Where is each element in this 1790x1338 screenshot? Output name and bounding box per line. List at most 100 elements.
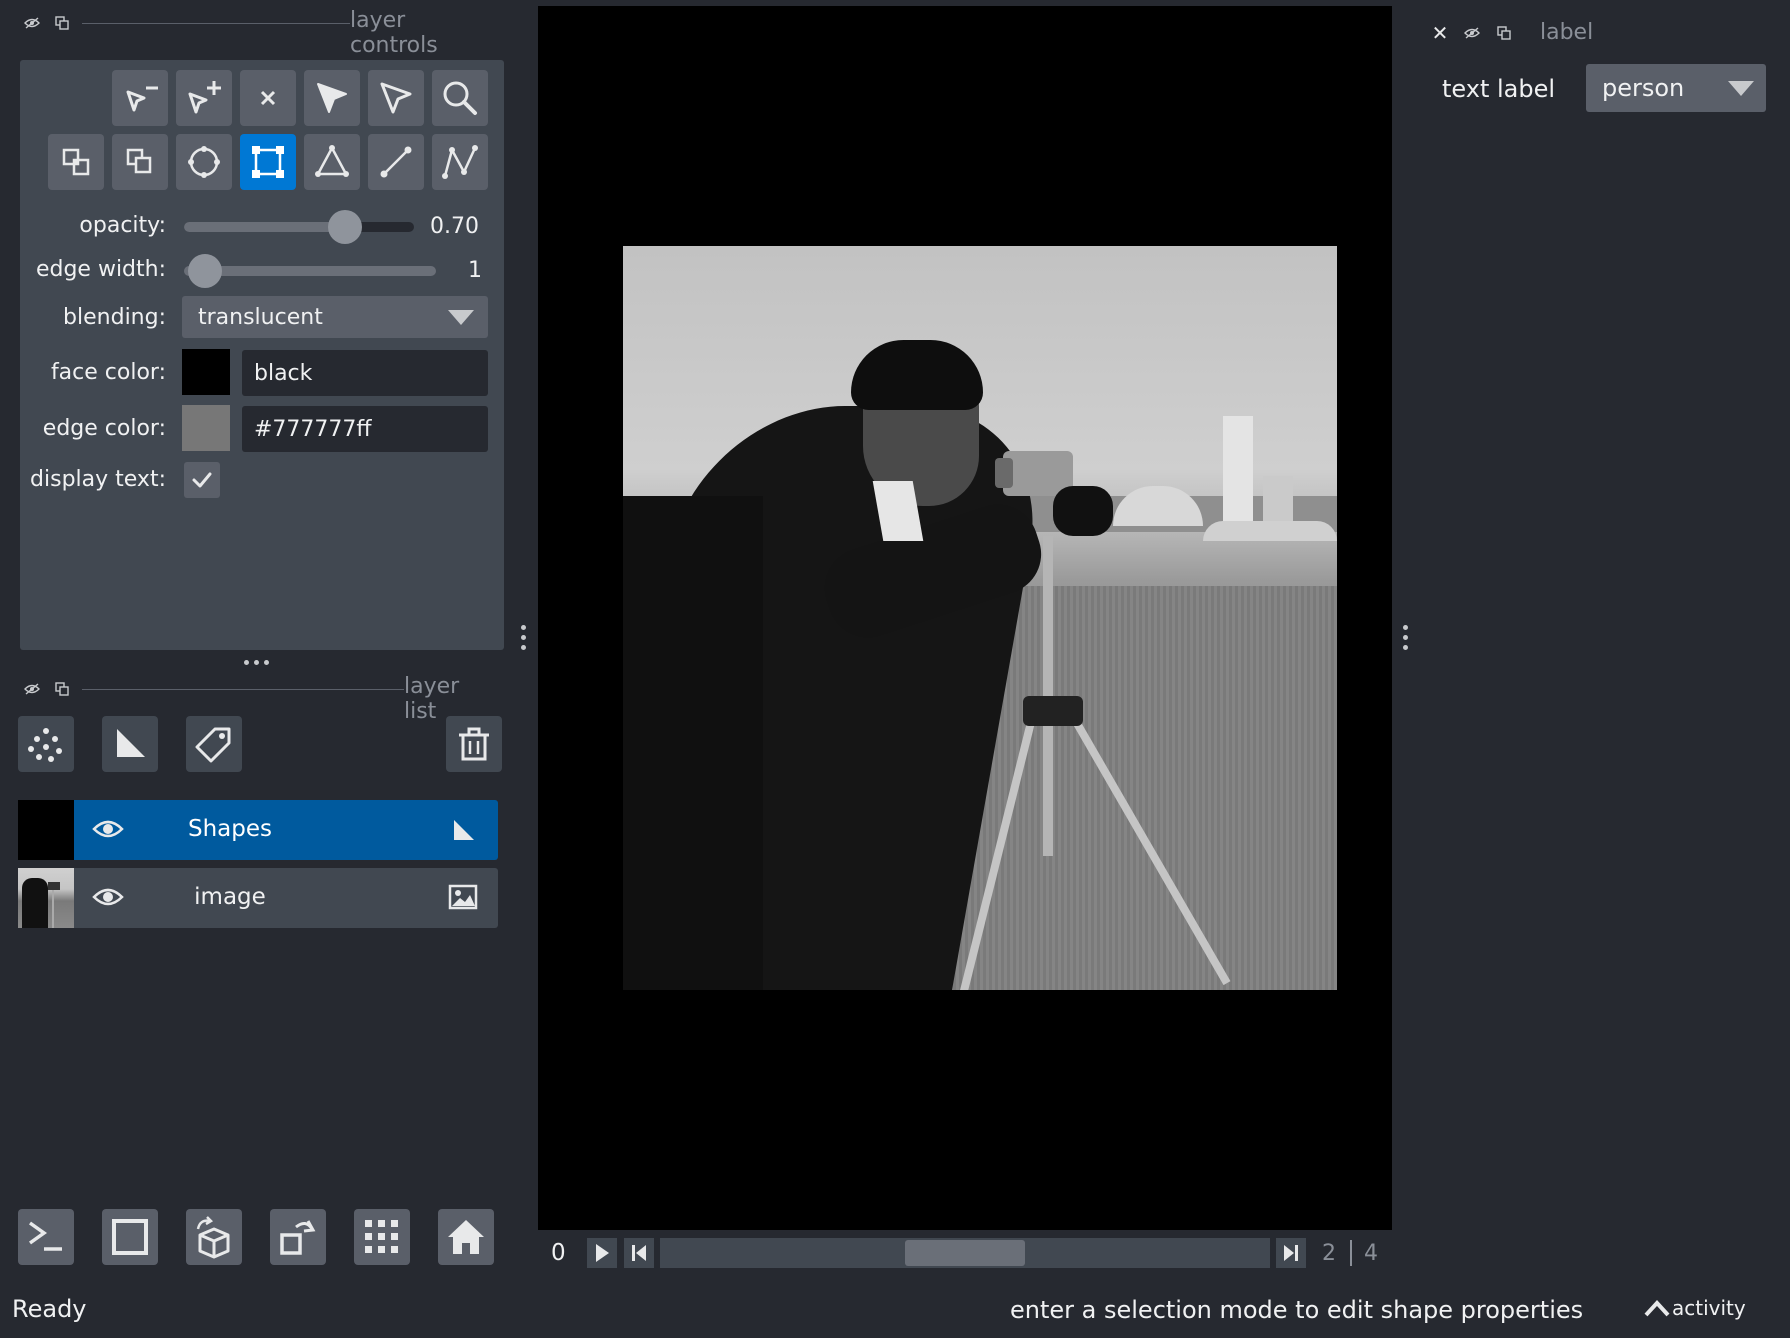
- add-vertex-button[interactable]: [176, 70, 232, 126]
- shapes-type-icon: [450, 818, 476, 846]
- float-panel-icon[interactable]: [52, 679, 72, 699]
- zoom-button[interactable]: [432, 70, 488, 126]
- new-shapes-layer-button[interactable]: [102, 716, 158, 772]
- face-color-value: black: [254, 360, 313, 386]
- line-icon: [380, 146, 412, 178]
- home-icon: [448, 1220, 484, 1254]
- blending-value: translucent: [198, 304, 323, 330]
- move-front-icon: [126, 148, 152, 174]
- direct-select-button[interactable]: [368, 70, 424, 126]
- console-button[interactable]: [18, 1209, 74, 1265]
- float-panel-icon[interactable]: [52, 13, 72, 33]
- select-icon: [317, 83, 347, 113]
- image-type-icon: [448, 884, 478, 914]
- dims-total: 4: [1364, 1241, 1378, 1266]
- layer-name[interactable]: image: [74, 884, 386, 910]
- label-panel-header: ✕ label: [1428, 18, 1778, 48]
- edge-color-input[interactable]: #777777ff: [242, 406, 488, 452]
- visibility-toggle-icon[interactable]: [1462, 23, 1482, 43]
- layer-row-image[interactable]: image: [18, 868, 498, 928]
- panel-splitter-handle[interactable]: [244, 660, 269, 665]
- right-dock-splitter[interactable]: [1403, 625, 1409, 650]
- checkmark-icon: [192, 472, 212, 488]
- step-back-icon: [632, 1245, 646, 1261]
- reset-view-button[interactable]: [438, 1209, 494, 1265]
- dims-slider-thumb[interactable]: [905, 1240, 1025, 1266]
- rectangle-icon: [252, 146, 284, 178]
- roll-dimensions-button[interactable]: [186, 1209, 242, 1265]
- layer-list-header: layer list: [18, 674, 494, 724]
- label-dropdown-value: person: [1602, 74, 1685, 102]
- edge-width-label: edge width:: [35, 257, 166, 282]
- polygon-icon: [315, 145, 349, 177]
- trash-icon: [459, 727, 489, 761]
- shapes-icon: [117, 729, 145, 757]
- display-text-checkbox[interactable]: [184, 462, 220, 498]
- opacity-slider-handle[interactable]: [328, 210, 362, 244]
- edge-color-value: #777777ff: [254, 416, 372, 442]
- remove-vertex-button[interactable]: [112, 70, 168, 126]
- step-forward-icon: [1284, 1245, 1298, 1261]
- add-vertex-icon: [188, 81, 221, 114]
- face-color-input[interactable]: black: [242, 350, 488, 396]
- header-divider: [82, 689, 404, 690]
- dims-position: 2: [1322, 1241, 1336, 1266]
- transpose-button[interactable]: [270, 1209, 326, 1265]
- move-back-icon: [62, 148, 90, 176]
- camera-man-image: [623, 246, 1337, 990]
- status-ready: Ready: [12, 1295, 87, 1323]
- select-shapes-button[interactable]: [304, 70, 360, 126]
- add-rectangle-button[interactable]: [240, 134, 296, 190]
- face-color-swatch[interactable]: [182, 349, 230, 395]
- label-tag-icon: [195, 727, 231, 763]
- layer-controls-title: layer controls: [350, 8, 438, 58]
- add-line-button[interactable]: [368, 134, 424, 190]
- points-icon: [28, 728, 62, 762]
- move-back-button[interactable]: [48, 134, 104, 190]
- cube-rotate-icon: [196, 1216, 230, 1259]
- add-polygon-button[interactable]: [304, 134, 360, 190]
- new-points-layer-button[interactable]: [18, 716, 74, 772]
- blending-dropdown[interactable]: translucent: [182, 296, 488, 338]
- toggle-ndisplay-button[interactable]: [102, 1209, 158, 1265]
- step-back-button[interactable]: [624, 1238, 654, 1268]
- layer-row-shapes[interactable]: Shapes: [18, 800, 498, 860]
- delete-shape-button[interactable]: [240, 70, 296, 126]
- chevron-down-icon: [1728, 81, 1754, 96]
- delete-layer-button[interactable]: [446, 716, 502, 772]
- add-ellipse-button[interactable]: [176, 134, 232, 190]
- close-icon[interactable]: ✕: [1430, 21, 1450, 45]
- visibility-toggle-icon[interactable]: [22, 13, 42, 33]
- edge-width-slider-handle[interactable]: [188, 254, 222, 288]
- layer-thumbnail: [18, 800, 74, 860]
- grid-mode-button[interactable]: [354, 1209, 410, 1265]
- play-button[interactable]: [587, 1238, 617, 1268]
- left-dock-splitter[interactable]: [521, 625, 527, 650]
- edge-color-swatch[interactable]: [182, 405, 230, 451]
- dims-current-step[interactable]: 0: [551, 1240, 566, 1266]
- path-icon: [442, 145, 478, 179]
- layer-name[interactable]: Shapes: [74, 816, 386, 842]
- float-panel-icon[interactable]: [1494, 23, 1514, 43]
- activity-label: activity: [1672, 1296, 1746, 1320]
- direct-select-icon: [380, 82, 412, 114]
- move-front-button[interactable]: [112, 134, 168, 190]
- text-label-caption: text label: [1442, 75, 1556, 103]
- delete-shape-icon: [260, 90, 276, 106]
- new-labels-layer-button[interactable]: [186, 716, 242, 772]
- edge-color-label: edge color:: [42, 416, 166, 441]
- layer-thumbnail: [18, 868, 74, 928]
- activity-button[interactable]: activity: [1644, 1296, 1746, 1320]
- edge-width-value: 1: [468, 258, 482, 283]
- blending-label: blending:: [63, 305, 166, 330]
- step-forward-button[interactable]: [1276, 1238, 1306, 1268]
- status-message: enter a selection mode to edit shape pro…: [1010, 1296, 1584, 1324]
- add-path-button[interactable]: [432, 134, 488, 190]
- layer-controls-header: layer controls: [18, 8, 494, 58]
- label-dropdown[interactable]: person: [1586, 64, 1766, 112]
- header-divider: [82, 23, 350, 24]
- play-icon: [595, 1244, 609, 1262]
- visibility-toggle-icon[interactable]: [22, 679, 42, 699]
- opacity-value: 0.70: [430, 214, 479, 239]
- face-color-label: face color:: [50, 360, 166, 385]
